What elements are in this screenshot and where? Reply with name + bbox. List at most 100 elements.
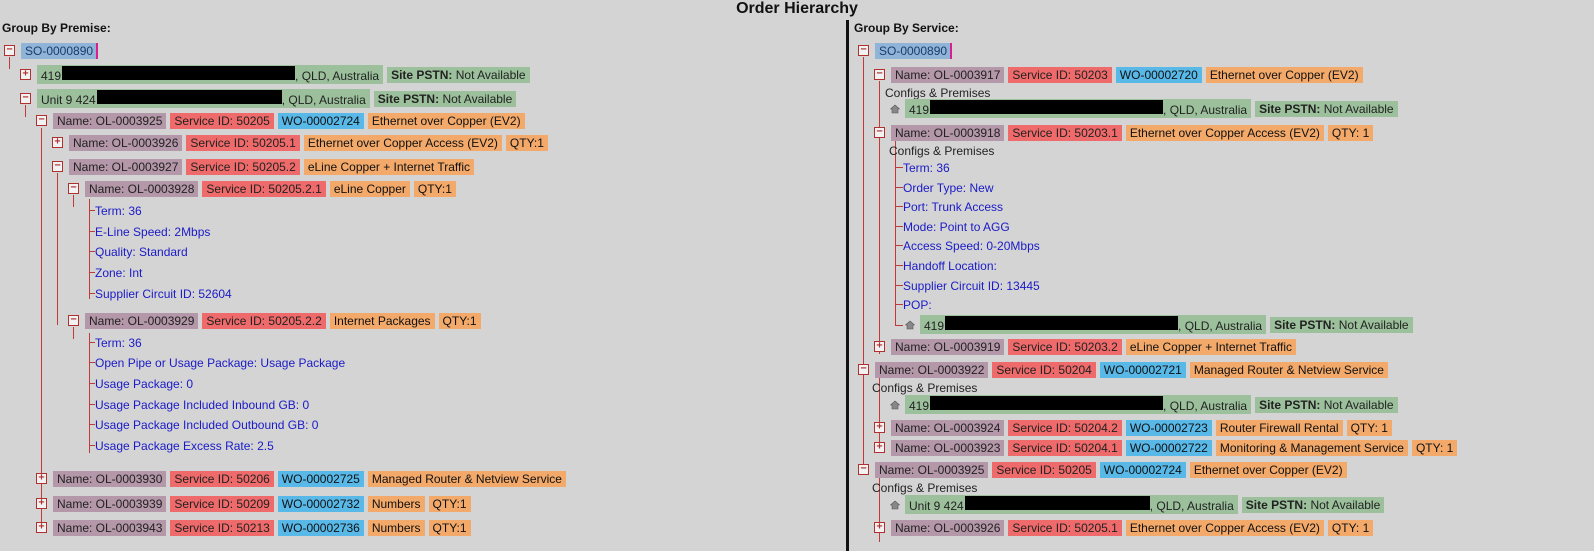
name-badge: Name: OL-0003924 <box>891 419 1005 436</box>
configs-premises-label: Configs & Premises <box>872 480 978 495</box>
product-badge: Internet Packages <box>329 312 435 329</box>
name-badge: Name: OL-0003925 <box>875 461 989 478</box>
order-line-row[interactable]: + Name: OL-0003919 Service ID: 50203.2 e… <box>874 338 1300 355</box>
collapse-icon[interactable]: − <box>858 464 869 475</box>
name-badge: Name: OL-0003939 <box>53 495 167 512</box>
service-id-badge: Service ID: 50203.2 <box>1008 338 1122 355</box>
work-order-badge[interactable]: WO-00002724 <box>1099 461 1186 478</box>
config-item: Term: 36 <box>903 160 950 175</box>
service-id-badge: Service ID: 50204 <box>992 361 1096 378</box>
qty-badge: QTY: 1 <box>1327 124 1374 141</box>
config-item: POP: <box>903 297 932 312</box>
premise-row[interactable]: 419, QLD, Australia Site PSTN: Not Avail… <box>890 395 1402 414</box>
collapse-icon[interactable]: − <box>20 93 31 104</box>
premise-row[interactable]: − Unit 9 424, QLD, Australia Site PSTN: … <box>20 89 520 108</box>
work-order-badge[interactable]: WO-00002736 <box>277 519 364 536</box>
product-badge: Ethernet over Copper Access (EV2) <box>1125 519 1324 536</box>
expand-icon[interactable]: + <box>874 442 885 453</box>
collapse-icon[interactable]: − <box>858 45 869 56</box>
work-order-badge[interactable]: WO-00002724 <box>277 112 364 129</box>
expand-icon[interactable]: + <box>20 69 31 80</box>
order-line-row[interactable]: − Name: OL-0003922 Service ID: 50204 WO-… <box>858 361 1392 378</box>
name-badge: Name: OL-0003925 <box>53 112 167 129</box>
work-order-badge[interactable]: WO-00002732 <box>277 495 364 512</box>
product-badge: Ethernet over Copper Access (EV2) <box>1125 124 1324 141</box>
order-line-row[interactable]: − Name: OL-0003925 Service ID: 50205 WO-… <box>858 461 1351 478</box>
product-badge: Ethernet over Copper Access (EV2) <box>303 134 502 151</box>
expand-icon[interactable]: + <box>52 137 63 148</box>
config-item: E-Line Speed: 2Mbps <box>95 224 211 239</box>
config-item: Usage Package Included Outbound GB: 0 <box>95 417 319 432</box>
home-icon <box>890 400 900 409</box>
collapse-icon[interactable]: − <box>4 45 15 56</box>
product-badge: Numbers <box>367 495 425 512</box>
premise-address: Unit 9 424, QLD, Australia <box>37 89 370 108</box>
expand-icon[interactable]: + <box>36 498 47 509</box>
name-badge: Name: OL-0003922 <box>875 361 989 378</box>
order-line-row[interactable]: − Name: OL-0003929 Service ID: 50205.2.2… <box>68 312 485 329</box>
expand-icon[interactable]: + <box>36 522 47 533</box>
expand-icon[interactable]: + <box>874 422 885 433</box>
config-item: Supplier Circuit ID: 52604 <box>95 286 232 301</box>
collapse-icon[interactable]: − <box>36 115 47 126</box>
service-id-badge: Service ID: 50206 <box>170 470 274 487</box>
order-line-row[interactable]: + Name: OL-0003943 Service ID: 50213 WO-… <box>36 519 475 536</box>
expand-icon[interactable]: + <box>36 473 47 484</box>
collapse-icon[interactable]: − <box>68 315 79 326</box>
config-item: Access Speed: 0-20Mbps <box>903 238 1040 253</box>
order-line-row[interactable]: − Name: OL-0003917 Service ID: 50203 WO-… <box>874 66 1367 83</box>
collapse-icon[interactable]: − <box>874 127 885 138</box>
qty-badge: QTY:1 <box>413 180 456 197</box>
so-row[interactable]: − SO-0000890 <box>858 42 956 59</box>
work-order-badge[interactable]: WO-00002722 <box>1125 439 1212 456</box>
premise-address: 419, QLD, Australia <box>37 65 384 84</box>
config-item: Mode: Point to AGG <box>903 219 1010 234</box>
order-line-row[interactable]: + Name: OL-0003926 Service ID: 50205.1 E… <box>874 519 1377 536</box>
home-icon <box>890 500 900 509</box>
collapse-icon[interactable]: − <box>874 69 885 80</box>
expand-icon[interactable]: + <box>874 522 885 533</box>
so-badge[interactable]: SO-0000890 <box>21 42 99 59</box>
so-row[interactable]: − SO-0000890 <box>4 42 102 59</box>
order-line-row[interactable]: + Name: OL-0003926 Service ID: 50205.1 E… <box>52 134 552 151</box>
name-badge: Name: OL-0003923 <box>891 439 1005 456</box>
order-line-row[interactable]: − Name: OL-0003928 Service ID: 50205.2.1… <box>68 180 460 197</box>
order-line-row[interactable]: − Name: OL-0003925 Service ID: 50205 WO-… <box>36 112 529 129</box>
order-line-row[interactable]: − Name: OL-0003918 Service ID: 50203.1 E… <box>874 124 1377 141</box>
order-line-row[interactable]: + Name: OL-0003930 Service ID: 50206 WO-… <box>36 470 570 487</box>
qty-badge: QTY: 1 <box>1327 519 1374 536</box>
premise-address: 419, QLD, Australia <box>905 99 1252 118</box>
order-line-row[interactable]: − Name: OL-0003927 Service ID: 50205.2 e… <box>52 158 478 175</box>
premise-row[interactable]: Unit 9 424, QLD, Australia Site PSTN: No… <box>890 495 1388 514</box>
product-badge: eLine Copper <box>329 180 410 197</box>
home-icon <box>890 104 900 113</box>
config-item: Order Type: New <box>903 180 994 195</box>
collapse-icon[interactable]: − <box>68 183 79 194</box>
config-item: Handoff Location: <box>903 258 997 273</box>
work-order-badge[interactable]: WO-00002720 <box>1115 66 1202 83</box>
config-item: Usage Package Excess Rate: 2.5 <box>95 438 274 453</box>
work-order-badge[interactable]: WO-00002725 <box>277 470 364 487</box>
premise-row[interactable]: + 419, QLD, Australia Site PSTN: Not Ava… <box>20 65 534 84</box>
work-order-badge[interactable]: WO-00002721 <box>1099 361 1186 378</box>
premise-row[interactable]: 419, QLD, Australia Site PSTN: Not Avail… <box>890 99 1402 118</box>
so-badge[interactable]: SO-0000890 <box>875 42 953 59</box>
premise-row[interactable]: 419, QLD, Australia Site PSTN: Not Avail… <box>905 315 1417 334</box>
product-badge: Ethernet over Copper (EV2) <box>367 112 525 129</box>
service-id-badge: Service ID: 50205 <box>170 112 274 129</box>
expand-icon[interactable]: + <box>874 341 885 352</box>
qty-badge: QTY:1 <box>505 134 548 151</box>
config-item: Usage Package: 0 <box>95 376 194 391</box>
product-badge: Numbers <box>367 519 425 536</box>
configs-premises-label: Configs & Premises <box>872 380 978 395</box>
service-id-badge: Service ID: 50205.1 <box>186 134 300 151</box>
order-line-row[interactable]: + Name: OL-0003939 Service ID: 50209 WO-… <box>36 495 475 512</box>
order-line-row[interactable]: + Name: OL-0003923 Service ID: 50204.1 W… <box>874 439 1461 456</box>
config-item: Term: 36 <box>95 203 142 218</box>
product-badge: Monitoring & Management Service <box>1215 439 1408 456</box>
order-line-row[interactable]: + Name: OL-0003924 Service ID: 50204.2 W… <box>874 419 1396 436</box>
collapse-icon[interactable]: − <box>858 364 869 375</box>
work-order-badge[interactable]: WO-00002723 <box>1125 419 1212 436</box>
service-id-badge: Service ID: 50205.2.1 <box>202 180 326 197</box>
collapse-icon[interactable]: − <box>52 161 63 172</box>
